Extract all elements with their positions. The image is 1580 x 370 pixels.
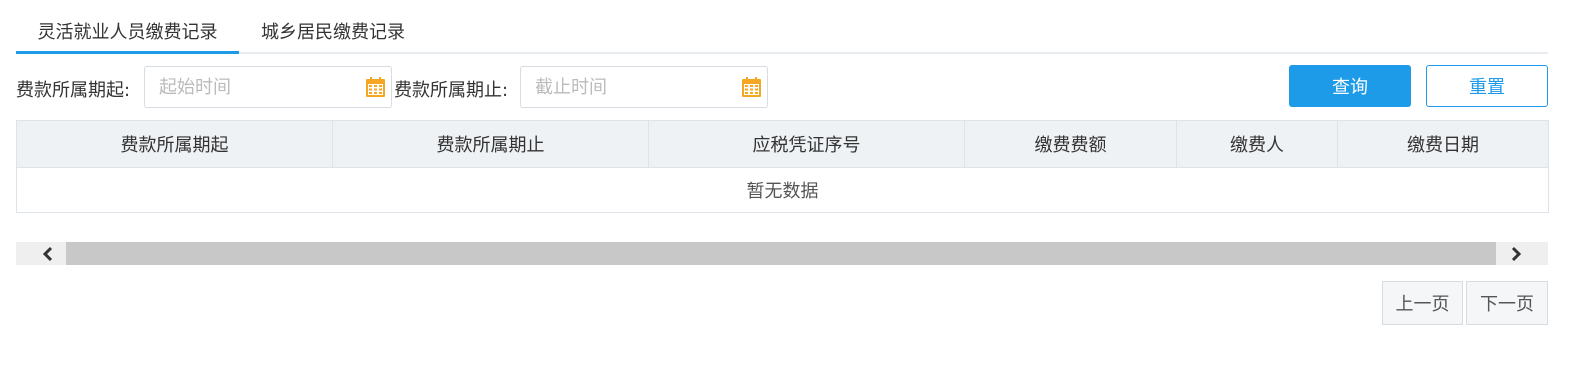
reset-button[interactable]: 重置 (1426, 65, 1548, 107)
end-date-input[interactable] (535, 77, 725, 98)
next-page-button[interactable]: 下一页 (1466, 281, 1548, 325)
horizontal-scrollbar[interactable] (16, 242, 1548, 265)
chevron-right-icon[interactable] (1496, 242, 1536, 265)
column-header-period-end[interactable]: 费款所属期止 (332, 120, 649, 168)
query-button[interactable]: 查询 (1289, 65, 1411, 107)
table-row: 暂无数据 (16, 167, 1549, 213)
calendar-icon[interactable] (365, 77, 386, 102)
payment-records-table: 费款所属期起 费款所属期止 应税凭证序号 缴费费额 缴费人 缴费日期 暂无数据 (16, 120, 1549, 213)
previous-page-button[interactable]: 上一页 (1382, 281, 1463, 325)
start-date-field[interactable] (144, 66, 392, 108)
end-period-label: 费款所属期止: (394, 80, 509, 101)
tab-urban-rural-resident-records[interactable]: 城乡居民缴费记录 (261, 18, 405, 54)
start-date-input[interactable] (159, 77, 349, 98)
scrollbar-thumb[interactable] (66, 242, 1496, 265)
column-header-voucher-number[interactable]: 应税凭证序号 (648, 120, 965, 168)
chevron-left-icon[interactable] (28, 242, 68, 265)
column-header-period-start[interactable]: 费款所属期起 (16, 120, 333, 168)
column-header-payment-date[interactable]: 缴费日期 (1337, 120, 1549, 168)
empty-state-text: 暂无数据 (16, 167, 1549, 213)
column-header-payment-amount[interactable]: 缴费费额 (964, 120, 1177, 168)
calendar-icon[interactable] (741, 77, 762, 102)
tab-bar: 灵活就业人员缴费记录 城乡居民缴费记录 (16, 0, 1548, 54)
end-date-field[interactable] (520, 66, 768, 108)
table-header-row: 费款所属期起 费款所属期止 应税凭证序号 缴费费额 缴费人 缴费日期 (16, 120, 1549, 168)
column-header-payer[interactable]: 缴费人 (1176, 120, 1338, 168)
start-period-label: 费款所属期起: (16, 80, 131, 101)
tab-flexible-employment-records[interactable]: 灵活就业人员缴费记录 (16, 18, 239, 54)
